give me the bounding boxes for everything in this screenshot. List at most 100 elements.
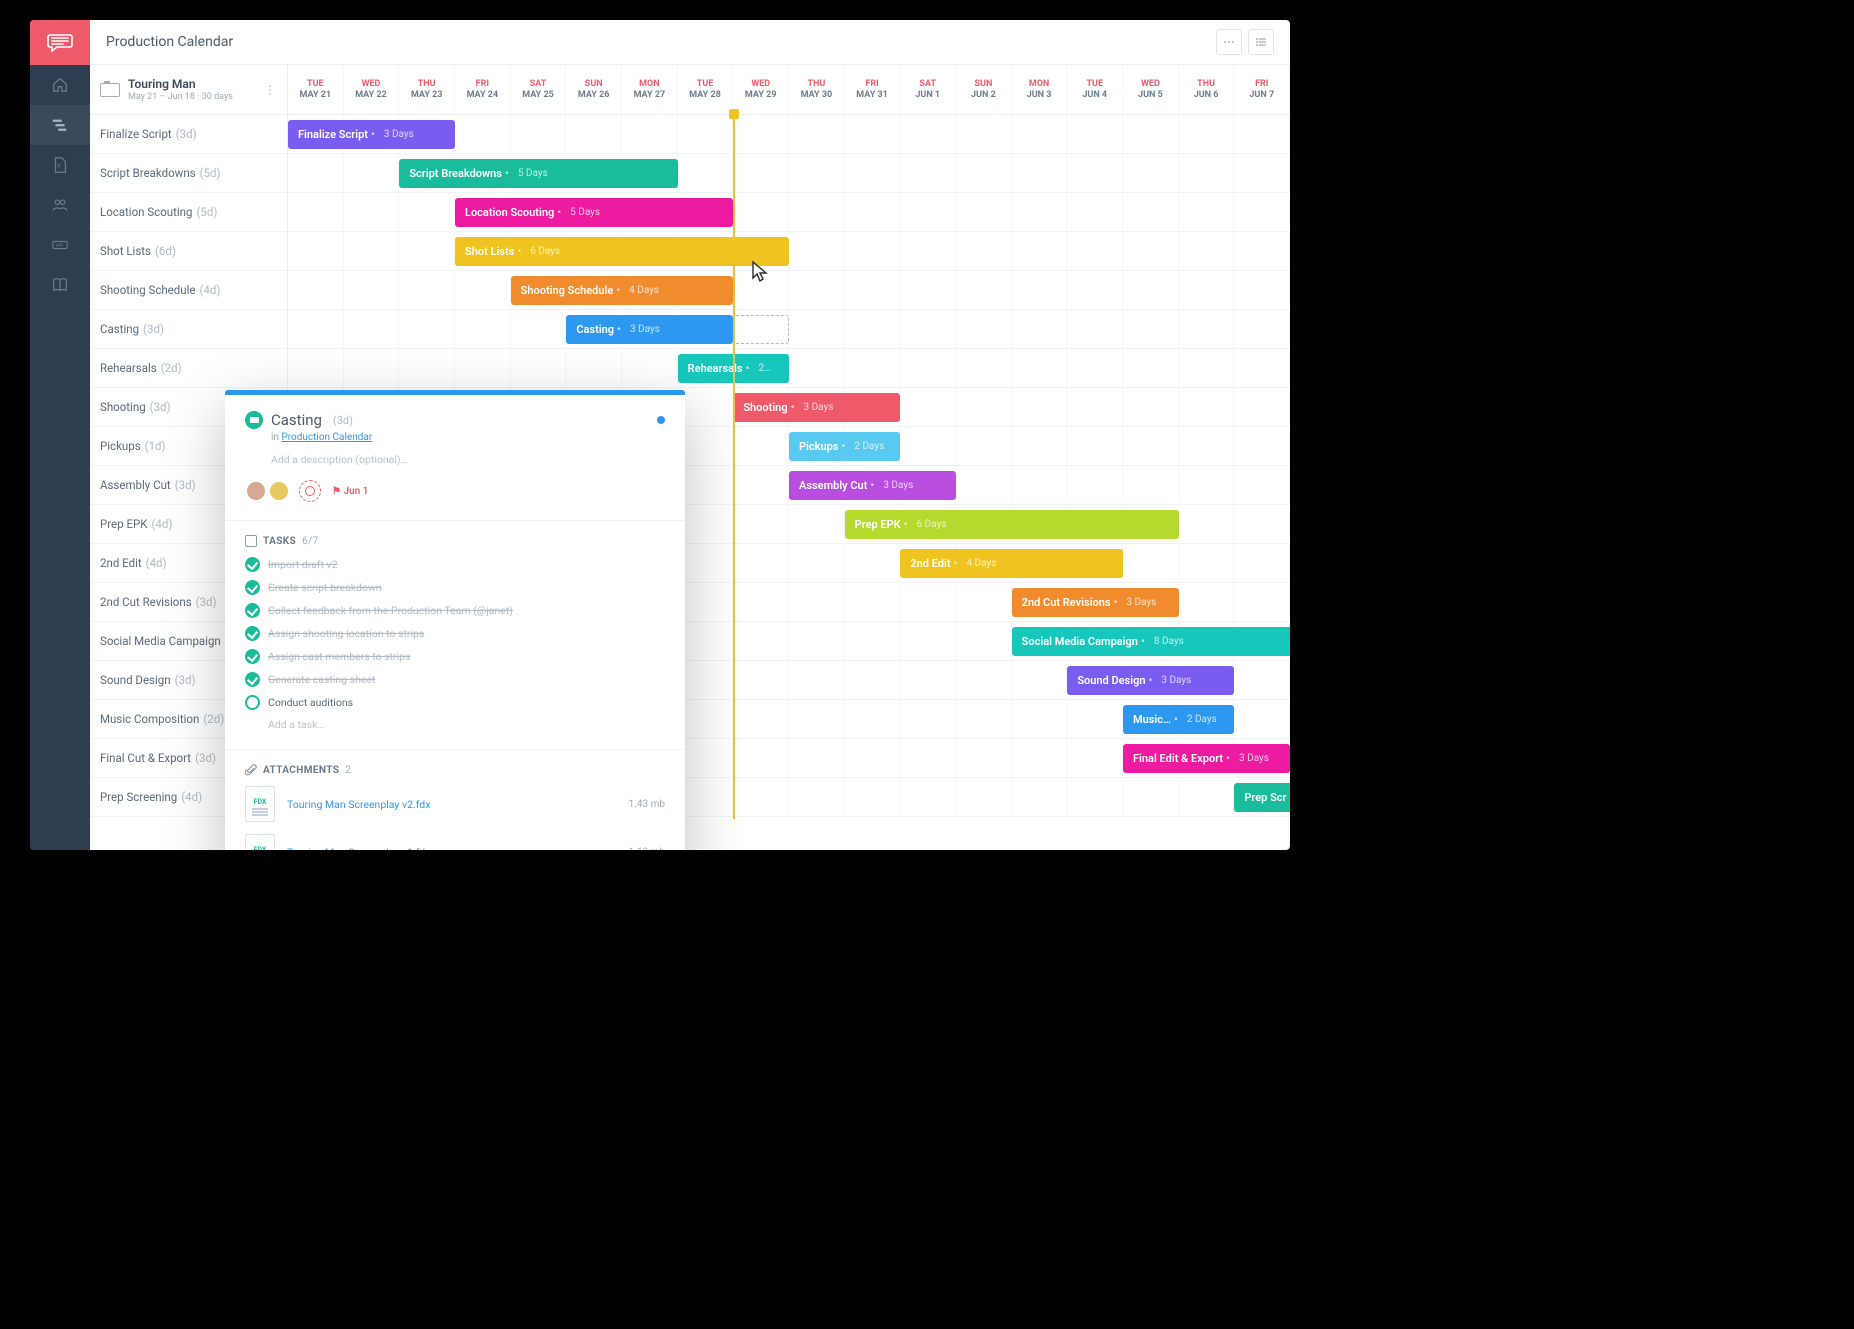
gantt-bar[interactable]: Music…•2 Days xyxy=(1123,705,1234,734)
gantt-bar[interactable]: Rehearsals•2… xyxy=(678,354,789,383)
timeline-track: Rehearsals•2… xyxy=(288,349,1290,388)
day-header: FRIMAY 31 xyxy=(845,65,901,114)
subtask-item[interactable]: Generate casting sheet xyxy=(245,672,665,687)
attachments-header: ATTACHMENTS 2 xyxy=(245,764,665,776)
task-list-item[interactable]: Finalize Script(3d) xyxy=(90,115,287,154)
timeline-track: Shooting Schedule•4 Days xyxy=(288,271,1290,310)
task-list-item[interactable]: Casting(3d) xyxy=(90,310,287,349)
project-name: Touring Man xyxy=(128,77,233,91)
nav-docs[interactable] xyxy=(30,265,90,305)
gantt-bar[interactable]: Shooting•3 Days xyxy=(733,393,900,422)
gantt-bar[interactable]: Prep EPK•6 Days xyxy=(845,510,1179,539)
project-more-button[interactable]: ⋮ xyxy=(264,83,277,97)
subtask-checkbox[interactable] xyxy=(245,672,260,687)
timeline-header: TUEMAY 21WEDMAY 22THUMAY 23FRIMAY 24SATM… xyxy=(288,65,1290,115)
paperclip-icon xyxy=(245,764,257,776)
timeline-track: Shot Lists•6 Days xyxy=(288,232,1290,271)
add-assignee-button[interactable] xyxy=(299,480,321,502)
card-breadcrumb: in Production Calendar xyxy=(271,432,665,443)
gantt-bar[interactable]: Finalize Script•3 Days xyxy=(288,120,455,149)
gantt-bar[interactable]: Location Scouting•5 Days xyxy=(455,198,733,227)
task-list-item[interactable]: Script Breakdowns(5d) xyxy=(90,154,287,193)
gantt-bar[interactable]: Pickups•2 Days xyxy=(789,432,900,461)
nav-files[interactable]: # xyxy=(30,145,90,185)
gantt-bar[interactable]: Shot Lists•6 Days xyxy=(455,237,789,266)
card-title: Casting xyxy=(271,411,322,429)
subtasks-header: TASKS 6/7 xyxy=(245,535,665,547)
nav-home[interactable] xyxy=(30,65,90,105)
gantt-bar[interactable]: Shooting Schedule•4 Days xyxy=(511,276,734,305)
task-detail-card: Casting (3d) in Production Calendar Add … xyxy=(225,390,685,850)
avatar[interactable] xyxy=(268,480,290,502)
timeline-track: Location Scouting•5 Days xyxy=(288,193,1290,232)
gantt-bar[interactable]: Casting•3 Days xyxy=(566,315,733,344)
day-header: THUMAY 23 xyxy=(399,65,455,114)
day-header: THUJUN 6 xyxy=(1179,65,1235,114)
topbar: Production Calendar xyxy=(90,20,1290,65)
file-icon: # xyxy=(51,156,69,174)
day-header: THUMAY 30 xyxy=(789,65,845,114)
checklist-icon xyxy=(245,535,257,547)
card-due-date[interactable]: Jun 1 xyxy=(332,486,368,497)
list-icon xyxy=(1255,36,1267,48)
home-icon xyxy=(51,76,69,94)
file-icon: FDX xyxy=(245,834,275,850)
subtask-checkbox[interactable] xyxy=(245,626,260,641)
subtask-item[interactable]: Create script breakdown xyxy=(245,580,665,595)
task-list-item[interactable]: Location Scouting(5d) xyxy=(90,193,287,232)
project-range: May 21 – Jun 18 · 30 days xyxy=(128,92,233,102)
project-header: Touring Man May 21 – Jun 18 · 30 days ⋮ xyxy=(90,65,287,115)
team-icon xyxy=(51,196,69,214)
subtask-checkbox[interactable] xyxy=(245,580,260,595)
gantt-bar[interactable]: Social Media Campaign•8 Days xyxy=(1012,627,1290,656)
task-list-item[interactable]: Shot Lists(6d) xyxy=(90,232,287,271)
card-duration: (3d) xyxy=(333,414,353,427)
page-title: Production Calendar xyxy=(106,34,233,50)
gantt-bar[interactable]: Sound Design•3 Days xyxy=(1067,666,1234,695)
gantt-bar[interactable]: 2nd Cut Revisions•3 Days xyxy=(1012,588,1179,617)
day-header: SATJUN 1 xyxy=(900,65,956,114)
avatar[interactable] xyxy=(245,480,267,502)
attachment-item[interactable]: FDXTouring Man Screenplay v1.fdx1.13 mb xyxy=(245,834,665,850)
subtask-item[interactable]: Assign shooting location to strips xyxy=(245,626,665,641)
gantt-bar[interactable]: Prep Scr xyxy=(1234,783,1290,812)
subtask-item[interactable]: Import draft v2 xyxy=(245,557,665,572)
nav-gantt[interactable] xyxy=(30,105,90,145)
subtask-checkbox[interactable] xyxy=(245,649,260,664)
gantt-bar[interactable]: 2nd Edit•4 Days xyxy=(900,549,1123,578)
svg-text:VIP: VIP xyxy=(56,243,63,249)
more-button[interactable] xyxy=(1216,29,1242,55)
gantt-icon xyxy=(51,116,69,134)
task-list-item[interactable]: Rehearsals(2d) xyxy=(90,349,287,388)
subtask-item[interactable]: Conduct auditions xyxy=(245,695,665,710)
subtask-item[interactable]: Collect feedback from the Production Tea… xyxy=(245,603,665,618)
gantt-bar[interactable]: Final Edit & Export•3 Days xyxy=(1123,744,1290,773)
day-header: MONMAY 27 xyxy=(622,65,678,114)
topbar-actions xyxy=(1216,29,1274,55)
subtask-checkbox[interactable] xyxy=(245,603,260,618)
day-header: WEDMAY 29 xyxy=(733,65,789,114)
subtask-checkbox[interactable] xyxy=(245,695,260,710)
task-list-item[interactable]: Shooting Schedule(4d) xyxy=(90,271,287,310)
nav-vip[interactable]: VIP xyxy=(30,225,90,265)
add-subtask-input[interactable]: Add a task… xyxy=(268,718,665,731)
subtask-item[interactable]: Assign cast members to strips xyxy=(245,649,665,664)
attachment-item[interactable]: FDXTouring Man Screenplay v2.fdx1.43 mb xyxy=(245,786,665,822)
app-window: # VIP Production Calendar Touring Man Ma… xyxy=(30,20,1290,850)
day-header: SATMAY 25 xyxy=(511,65,567,114)
logo-icon xyxy=(47,33,73,53)
gantt-bar[interactable]: Assembly Cut•3 Days xyxy=(789,471,956,500)
card-priority-dot[interactable] xyxy=(657,416,665,424)
day-header: FRIJUN 7 xyxy=(1234,65,1290,114)
subtask-checkbox[interactable] xyxy=(245,557,260,572)
card-description-input[interactable]: Add a description (optional)… xyxy=(271,453,665,466)
list-view-button[interactable] xyxy=(1248,29,1274,55)
project-icon xyxy=(100,83,120,97)
app-logo[interactable] xyxy=(30,20,90,65)
card-category-icon xyxy=(245,411,263,429)
gantt-bar[interactable]: Script Breakdowns•5 Days xyxy=(399,159,677,188)
nav-team[interactable] xyxy=(30,185,90,225)
card-assignees: Jun 1 xyxy=(245,480,665,502)
card-breadcrumb-link[interactable]: Production Calendar xyxy=(281,432,372,443)
day-header: TUEJUN 4 xyxy=(1067,65,1123,114)
